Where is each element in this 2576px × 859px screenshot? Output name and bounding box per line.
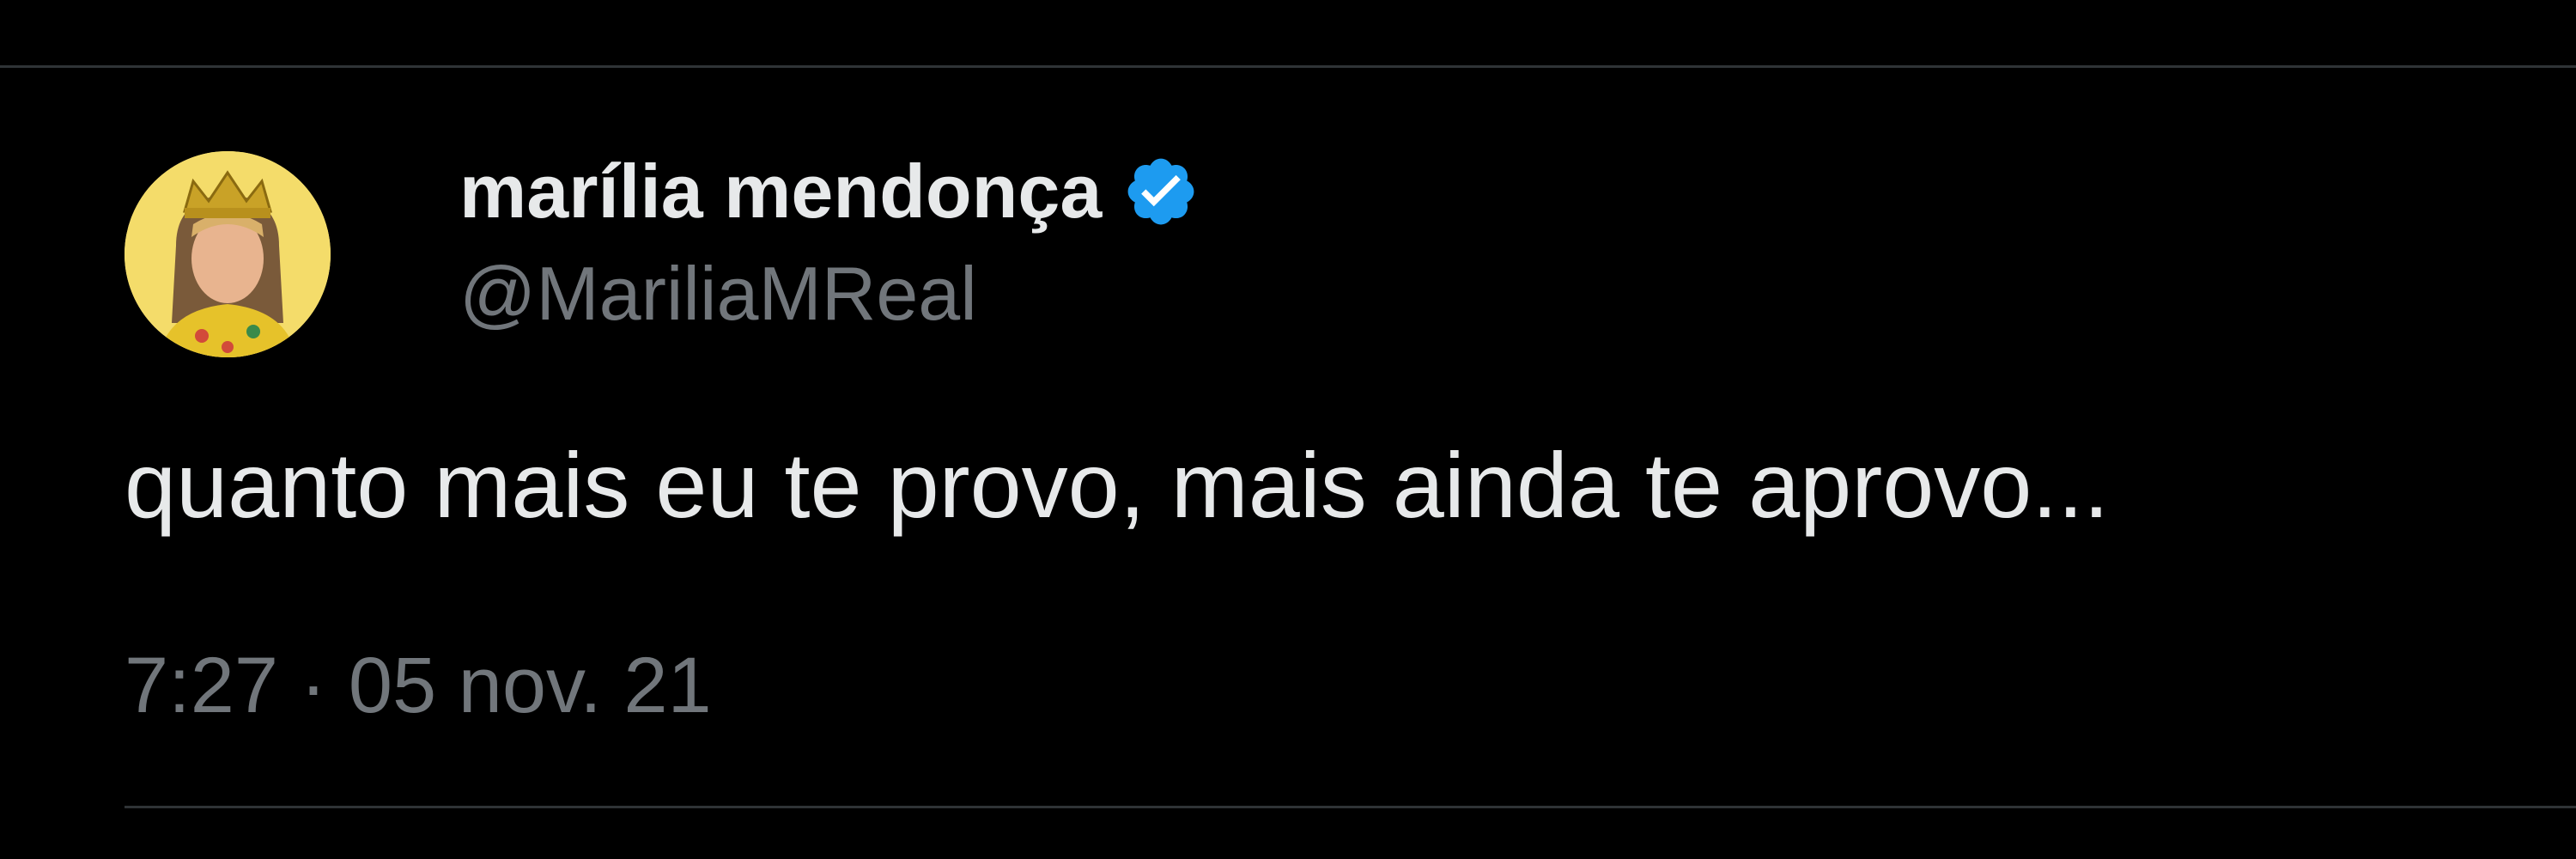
tweet-timestamp[interactable]: 7:27 · 05 nov. 21 [125, 646, 712, 725]
avatar[interactable] [125, 151, 331, 357]
tweet-date: 05 nov. 21 [348, 642, 712, 729]
author-name-row[interactable]: marília mendonça [459, 144, 1200, 239]
tweet-time: 7:27 [125, 642, 279, 729]
tweet-text: quanto mais eu te provo, mais ainda te a… [125, 433, 2110, 537]
top-divider [0, 65, 2576, 68]
bottom-divider [125, 806, 2576, 808]
meta-separator: · [300, 642, 327, 729]
author-display-name[interactable]: marília mendonça [459, 154, 1102, 229]
avatar-image [125, 151, 331, 357]
verified-badge-icon [1122, 153, 1200, 230]
author-handle[interactable]: @MariliaMReal [459, 256, 977, 332]
